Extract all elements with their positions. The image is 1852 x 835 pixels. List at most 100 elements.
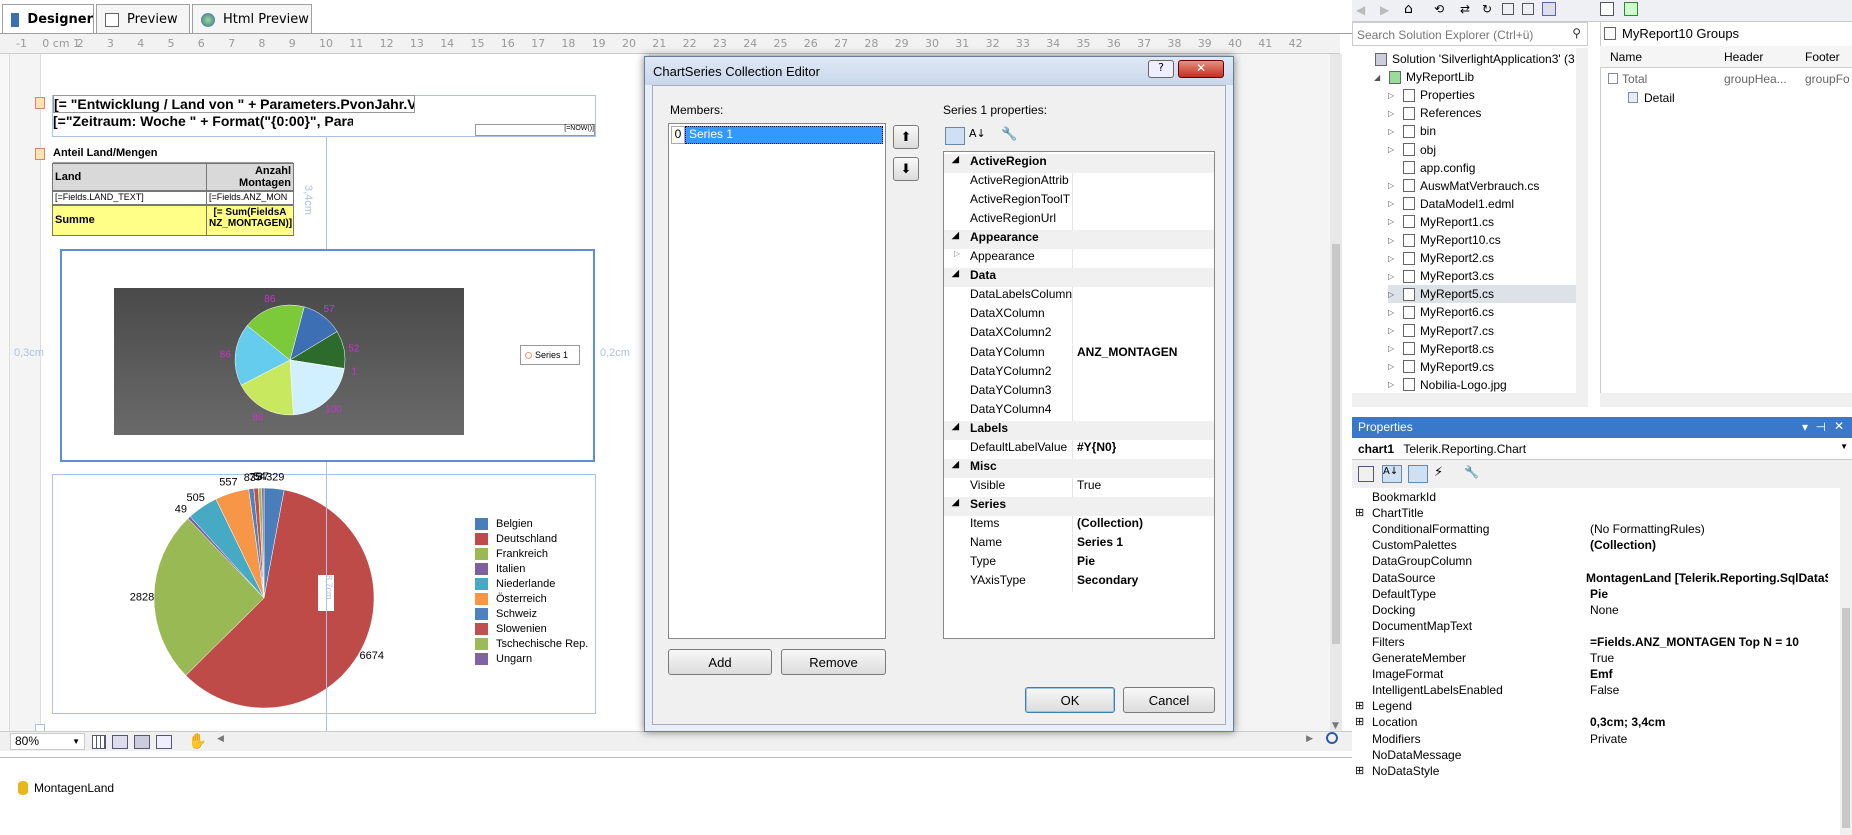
collapse-arrow-icon[interactable]: ◢ bbox=[952, 230, 959, 241]
property-row[interactable]: Type Pie bbox=[944, 554, 1214, 574]
property-row[interactable]: DataXColumn2 bbox=[944, 325, 1214, 345]
solution-item[interactable]: ▷ MyReport3.cs bbox=[1388, 267, 1494, 285]
solution-item[interactable]: ▷ Nobilia-Logo.jpg bbox=[1388, 376, 1507, 393]
property-value[interactable]: Pie bbox=[1073, 554, 1095, 573]
cancel-button[interactable]: Cancel bbox=[1123, 687, 1215, 713]
forward-icon[interactable]: ▶ bbox=[1380, 3, 1389, 17]
property-category[interactable]: ◢ Appearance bbox=[944, 230, 1214, 250]
groups-toolbar-icon[interactable] bbox=[1600, 2, 1614, 16]
solution-vscrollbar[interactable] bbox=[1576, 48, 1588, 393]
expand-arrow-icon[interactable]: ▷ bbox=[1388, 344, 1398, 353]
property-value[interactable]: #Y{N0} bbox=[1073, 440, 1116, 459]
search-icon[interactable]: ⚲ bbox=[1572, 26, 1581, 40]
expand-arrow-icon[interactable]: ▷ bbox=[1388, 272, 1398, 281]
property-row[interactable]: DataYColumn4 bbox=[944, 401, 1214, 421]
scroll-down-icon[interactable]: ▼ bbox=[1332, 721, 1339, 731]
property-row[interactable]: DataLabelsColumn bbox=[944, 287, 1214, 307]
property-row[interactable]: ActiveRegionToolT bbox=[944, 192, 1214, 212]
expand-arrow-icon[interactable]: ▷ bbox=[1388, 91, 1398, 100]
groups-row-detail[interactable]: Detail bbox=[1626, 89, 1852, 107]
expand-arrow-icon[interactable]: ▷ bbox=[1388, 290, 1398, 299]
scroll-thumb[interactable] bbox=[1842, 608, 1850, 828]
history-icon[interactable]: ⟲ bbox=[1434, 2, 1444, 16]
scroll-thumb[interactable] bbox=[1332, 244, 1340, 644]
expand-arrow-icon[interactable]: ▷ bbox=[1388, 236, 1398, 245]
groups-hscrollbar[interactable] bbox=[1600, 393, 1852, 407]
datasource-item[interactable]: MontagenLand bbox=[18, 781, 114, 795]
chevron-down-icon[interactable]: ▼ bbox=[1840, 442, 1848, 451]
expand-icon[interactable]: ⊞ bbox=[1355, 715, 1364, 728]
property-category[interactable]: ◢ ActiveRegion bbox=[944, 154, 1214, 173]
property-value[interactable] bbox=[1073, 211, 1077, 230]
properties-toolbar-icon[interactable] bbox=[1542, 2, 1556, 16]
ok-button[interactable]: OK bbox=[1025, 687, 1115, 713]
wrench-icon[interactable]: 🔧 bbox=[1001, 127, 1017, 142]
solution-item[interactable]: ▷ DataModel1.edml bbox=[1388, 195, 1514, 213]
property-row[interactable]: ⊞ NoDataStyle bbox=[1352, 764, 1828, 783]
property-category[interactable]: ◢ Series bbox=[944, 496, 1214, 516]
categorized-icon[interactable] bbox=[945, 127, 965, 145]
chartseries-collection-editor[interactable]: ChartSeries Collection Editor ? ✕ Member… bbox=[644, 56, 1234, 732]
move-up-button[interactable]: ⬆ bbox=[893, 125, 919, 149]
expand-arrow-icon[interactable]: ▷ bbox=[1388, 380, 1398, 389]
expand-arrow-icon[interactable]: ▷ bbox=[1388, 362, 1398, 371]
solution-search-input[interactable]: Search Solution Explorer (Ctrl+ü) ⚲ bbox=[1352, 22, 1588, 46]
expand-arrow-icon[interactable]: ◢ bbox=[1374, 73, 1384, 82]
add-button[interactable]: Add bbox=[668, 649, 772, 675]
property-category[interactable]: ◢ Labels bbox=[944, 420, 1214, 440]
properties-view-icon[interactable] bbox=[1408, 465, 1428, 483]
property-value[interactable]: Series 1 bbox=[1073, 535, 1123, 554]
collapse-arrow-icon[interactable]: ◢ bbox=[952, 421, 959, 432]
snap-lines-icon[interactable] bbox=[134, 735, 150, 749]
table-header-anzahl[interactable]: Anzahl Montagen bbox=[206, 163, 294, 191]
horizontal-scrollbar[interactable]: ◀ ▶ bbox=[215, 734, 1315, 748]
show-all-icon[interactable] bbox=[1522, 3, 1534, 15]
alphabetical-icon[interactable]: A↓ bbox=[1382, 465, 1402, 483]
property-row[interactable]: Name Series 1 bbox=[944, 535, 1214, 554]
property-row[interactable]: YAxisType Secondary bbox=[944, 573, 1214, 593]
property-value[interactable] bbox=[1073, 306, 1077, 325]
property-row[interactable]: DataYColumn2 bbox=[944, 363, 1214, 383]
header-expression-1[interactable]: [= "Entwicklung / Land von " + Parameter… bbox=[53, 95, 415, 113]
solution-tree[interactable]: Solution 'SilverlightApplication3' (3 p ◢… bbox=[1352, 48, 1588, 393]
property-value[interactable] bbox=[1587, 764, 1590, 783]
members-list[interactable]: 0 Series 1 bbox=[668, 123, 886, 639]
table-summe[interactable]: Summe bbox=[52, 205, 207, 236]
dimensions-icon[interactable] bbox=[156, 735, 172, 749]
groups-refresh-icon[interactable] bbox=[1624, 2, 1638, 16]
property-value[interactable] bbox=[1073, 173, 1077, 192]
property-value[interactable]: True bbox=[1073, 478, 1101, 497]
scroll-left-icon[interactable]: ◀ bbox=[217, 734, 224, 744]
tab-preview[interactable]: Preview bbox=[96, 4, 190, 34]
property-value[interactable]: ANZ_MONTAGEN bbox=[1073, 345, 1177, 364]
property-value[interactable] bbox=[1073, 287, 1077, 306]
property-row[interactable]: Items (Collection) bbox=[944, 515, 1214, 535]
solution-item[interactable]: ▷ MyReport8.cs bbox=[1388, 340, 1494, 358]
header-expression-2[interactable]: [="Zeitraum: Woche " + Format("{0:00}", … bbox=[53, 113, 353, 131]
property-value[interactable]: (Collection) bbox=[1073, 516, 1143, 535]
table-title[interactable]: Anteil Land/Mengen bbox=[53, 147, 293, 163]
solution-item[interactable]: ▷ Properties bbox=[1388, 86, 1475, 104]
properties-object-selector[interactable]: chart1 Telerik.Reporting.Chart ▼ bbox=[1352, 438, 1852, 460]
help-button[interactable]: ? bbox=[1148, 60, 1174, 78]
solution-item[interactable]: ▷ References bbox=[1388, 104, 1481, 122]
solution-item[interactable]: ▷ MyReport10.cs bbox=[1388, 231, 1501, 249]
move-down-button[interactable]: ⬇ bbox=[893, 157, 919, 181]
expand-arrow-icon[interactable]: ▷ bbox=[1388, 199, 1398, 208]
table-field-land[interactable]: [=Fields.LAND_TEXT] bbox=[52, 191, 207, 205]
property-row[interactable]: DataYColumn3 bbox=[944, 382, 1214, 402]
member-item-series-1[interactable]: 0 Series 1 bbox=[671, 126, 883, 144]
home-icon[interactable]: ⌂ bbox=[1404, 1, 1413, 17]
expand-arrow-icon[interactable]: ▷ bbox=[1388, 308, 1398, 317]
solution-item[interactable]: ▷ AuswMatVerbrauch.cs bbox=[1388, 177, 1539, 195]
now-field[interactable]: [=NOW()] bbox=[475, 124, 595, 136]
scroll-right-icon[interactable]: ▶ bbox=[1306, 734, 1313, 744]
close-button[interactable]: ✕ bbox=[1178, 60, 1224, 78]
zoom-magnifier-icon[interactable] bbox=[1326, 732, 1338, 744]
expand-arrow-icon[interactable]: ▷ bbox=[1388, 127, 1398, 136]
back-icon[interactable]: ◀ bbox=[1356, 3, 1365, 17]
properties-vscrollbar[interactable] bbox=[1840, 488, 1852, 835]
expand-icon[interactable]: ⊞ bbox=[1355, 506, 1364, 519]
property-row[interactable]: DefaultLabelValue #Y{N0} bbox=[944, 439, 1214, 459]
snap-grid-icon[interactable] bbox=[112, 735, 128, 749]
